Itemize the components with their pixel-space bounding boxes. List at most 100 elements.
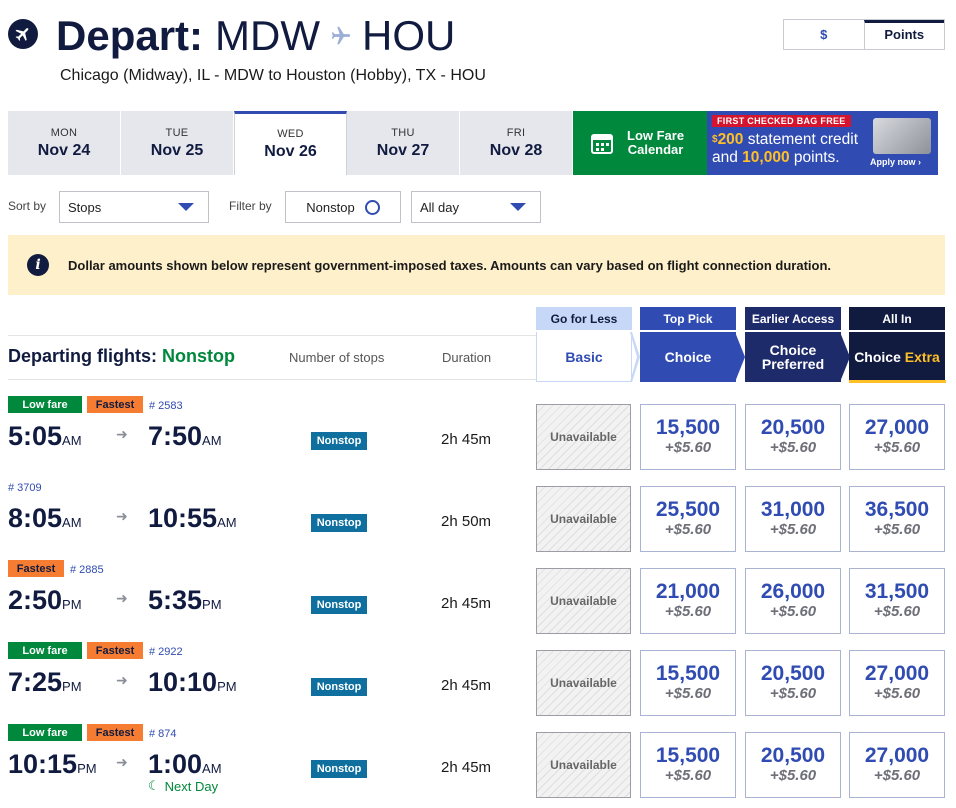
points-price: 27,000 — [864, 662, 930, 685]
arrival-time: 7:50AM — [148, 421, 222, 456]
fare-tab-choice-preferred: Earlier Access — [745, 307, 841, 330]
fare-price-button[interactable]: 15,500 +$5.60 — [640, 404, 736, 470]
date-tab-mon[interactable]: MON Nov 24 — [8, 111, 121, 175]
date-tabs: MON Nov 24 TUE Nov 25 WED Nov 26 THU Nov… — [8, 111, 573, 175]
tax-amount: +$5.60 — [873, 521, 921, 538]
fare-price-button[interactable]: 36,500 +$5.60 — [849, 486, 945, 552]
points-price: 36,500 — [864, 498, 930, 521]
origin-code: MDW — [215, 12, 320, 59]
fare-price-button[interactable]: 31,000 +$5.60 — [745, 486, 841, 552]
next-day-label: Next Day — [164, 778, 219, 794]
arrival-time: 5:35PM — [148, 585, 222, 620]
fare-header-choice-extra[interactable]: Choice Extra — [849, 332, 945, 382]
time-ampm: AM — [202, 433, 222, 448]
page-title: Depart: MDW HOU — [56, 12, 455, 60]
fare-header-choice[interactable]: Choice — [640, 332, 736, 382]
fare-price-button[interactable]: 31,500 +$5.60 — [849, 568, 945, 634]
credit-card-image — [873, 118, 931, 154]
time-ampm: PM — [217, 679, 237, 694]
promo-line2-pre: and — [712, 149, 743, 166]
time-select[interactable]: All day — [411, 191, 541, 223]
nonstop-filter-toggle[interactable]: Nonstop — [285, 191, 401, 223]
time-value: 10:55 — [148, 503, 218, 533]
dollars-toggle-button[interactable]: $ — [784, 20, 864, 49]
points-price: 21,000 — [655, 580, 721, 603]
flight-number[interactable]: # 874 — [149, 728, 177, 740]
time-value: 10:15 — [8, 749, 78, 779]
day-date: Nov 25 — [150, 141, 204, 159]
low-fare-line1: Low Fare — [627, 128, 685, 143]
date-tab-tue[interactable]: TUE Nov 25 — [121, 111, 234, 175]
flight-duration: 2h 45m — [441, 595, 492, 612]
fare-header-choice-preferred[interactable]: Choice Preferred — [745, 332, 841, 382]
departure-time: 7:25PM — [8, 667, 82, 702]
low-fare-calendar-button[interactable]: Low Fare Calendar — [573, 111, 707, 175]
flight-number[interactable]: # 2885 — [70, 564, 104, 576]
tax-amount: +$5.60 — [873, 685, 921, 702]
flight-number[interactable]: # 2583 — [149, 400, 183, 412]
chevron-down-icon — [510, 203, 526, 211]
date-tab-wed[interactable]: WED Nov 26 — [234, 111, 347, 175]
credit-card-promo[interactable]: FIRST CHECKED BAG FREE $200 statement cr… — [707, 111, 938, 175]
fare-unavailable: Unavailable — [536, 404, 631, 470]
fare-name: Choice — [664, 349, 712, 365]
sort-select[interactable]: Stops — [59, 191, 209, 223]
fare-price-button[interactable]: 27,000 +$5.60 — [849, 650, 945, 716]
fare-price-button[interactable]: 27,000 +$5.60 — [849, 404, 945, 470]
departure-time: 8:05AM — [8, 503, 82, 538]
fare-price-button[interactable]: 27,000 +$5.60 — [849, 732, 945, 798]
duration-column-header: Duration — [442, 350, 492, 365]
fare-price-button[interactable]: 26,000 +$5.60 — [745, 568, 841, 634]
time-ampm: PM — [62, 679, 82, 694]
fare-unavailable: Unavailable — [536, 568, 631, 634]
fare-tab-basic: Go for Less — [536, 307, 632, 330]
date-tab-thu[interactable]: THU Nov 27 — [347, 111, 460, 175]
fare-price-button[interactable]: 20,500 +$5.60 — [745, 732, 841, 798]
stops-badge[interactable]: Nonstop — [311, 514, 367, 532]
fare-price-button[interactable]: 21,000 +$5.60 — [640, 568, 736, 634]
promo-text: $200 statement credit and 10,000 points. — [712, 131, 858, 167]
fare-price-button[interactable]: 20,500 +$5.60 — [745, 650, 841, 716]
day-of-week: MON — [50, 126, 78, 139]
stops-badge[interactable]: Nonstop — [311, 432, 367, 450]
extra-underline — [849, 380, 946, 383]
fare-price-button[interactable]: 15,500 +$5.60 — [640, 650, 736, 716]
fare-price-button[interactable]: 15,500 +$5.60 — [640, 732, 736, 798]
fare-price-button[interactable]: 20,500 +$5.60 — [745, 404, 841, 470]
destination-code: HOU — [362, 12, 456, 59]
stops-badge[interactable]: Nonstop — [311, 678, 367, 696]
fare-name: Choice Preferred — [761, 342, 825, 372]
date-tab-fri[interactable]: FRI Nov 28 — [460, 111, 573, 175]
tax-amount: +$5.60 — [664, 685, 712, 702]
calendar-icon — [591, 134, 613, 154]
flight-duration: 2h 45m — [441, 677, 492, 694]
airplane-icon — [8, 19, 38, 49]
moon-icon: ☾ — [148, 778, 160, 793]
filter-label: Filter by — [229, 199, 272, 213]
points-price: 15,500 — [655, 744, 721, 767]
tax-amount: +$5.60 — [769, 521, 817, 538]
time-ampm: AM — [62, 515, 82, 530]
low-fare-badge: Low fare — [8, 724, 82, 741]
fare-price-button[interactable]: 25,500 +$5.60 — [640, 486, 736, 552]
departing-heading: Departing flights: Nonstop — [8, 346, 235, 367]
points-toggle-button[interactable]: Points — [863, 20, 944, 49]
fare-header-basic[interactable]: Basic — [536, 332, 632, 382]
time-ampm: PM — [77, 761, 97, 776]
time-ampm: AM — [217, 515, 237, 530]
apply-now-link[interactable]: Apply now › — [870, 157, 921, 167]
fare-name: Choice — [854, 349, 901, 365]
fare-name: Basic — [565, 348, 603, 365]
departure-time: 10:15PM — [8, 749, 97, 784]
sort-value: Stops — [68, 199, 102, 215]
time-value: 2:50 — [8, 585, 63, 615]
time-value: 1:00 — [148, 749, 203, 779]
fare-tab-choice: Top Pick — [640, 307, 736, 330]
flight-number[interactable]: # 2922 — [149, 646, 183, 658]
stops-badge[interactable]: Nonstop — [311, 760, 367, 778]
time-ampm: AM — [202, 761, 222, 776]
stops-badge[interactable]: Nonstop — [311, 596, 367, 614]
fare-extra-label: Extra — [904, 349, 940, 365]
arrival-time: 10:55AM — [148, 503, 237, 538]
flight-number[interactable]: # 3709 — [8, 482, 42, 494]
